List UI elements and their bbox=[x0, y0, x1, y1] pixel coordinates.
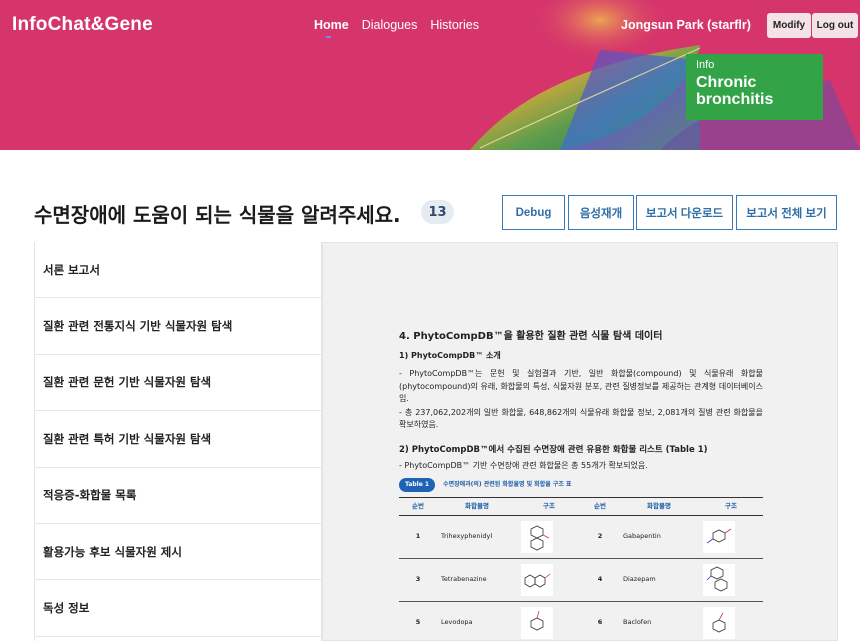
col-header: 화합물명 bbox=[619, 497, 699, 516]
row-number: 5 bbox=[399, 601, 437, 640]
hero-banner: InfoChat&Gene Home Dialogues Histories J… bbox=[0, 0, 860, 150]
logout-button[interactable]: Log out bbox=[812, 13, 858, 38]
voice-resume-button[interactable]: 음성재개 bbox=[568, 195, 634, 230]
col-header: 구조 bbox=[517, 497, 581, 516]
compound-name: Trihexyphenidyl bbox=[437, 515, 517, 559]
sidebar-item-indication[interactable]: 적응증-화합물 목록 bbox=[35, 468, 321, 524]
compound-name: Baclofen bbox=[619, 601, 699, 640]
table-row: 3 Tetrabenazine 4 Diazepam bbox=[399, 558, 763, 602]
nav-histories[interactable]: Histories bbox=[430, 18, 479, 32]
row-number: 4 bbox=[581, 558, 619, 602]
user-name: Jongsun Park (starflr) bbox=[621, 18, 751, 32]
report-view-all-button[interactable]: 보고서 전체 보기 bbox=[736, 195, 837, 230]
doc-subheading-1: 1) PhytoCompDB™ 소개 bbox=[399, 350, 501, 360]
col-header: 순번 bbox=[581, 497, 619, 516]
report-document: 4. PhytoCompDB™을 활용한 질환 관련 식물 탐색 데이터 1) … bbox=[399, 331, 763, 640]
modify-button[interactable]: Modify bbox=[767, 13, 811, 38]
sidebar-item-toxicity[interactable]: 독성 정보 bbox=[35, 580, 321, 637]
structure-image bbox=[521, 520, 553, 553]
info-card-title: Chronic bronchitis bbox=[696, 74, 774, 108]
compound-table: 순번 화합물명 구조 순번 화합물명 구조 1 Trihexyphenidyl … bbox=[399, 497, 763, 640]
compound-name: Tetrabenazine bbox=[437, 558, 517, 602]
row-number: 1 bbox=[399, 515, 437, 559]
structure-image bbox=[703, 520, 735, 553]
table-caption-text: 수면장애과(의) 관련된 화합물명 및 화합물 구조 표 bbox=[443, 480, 572, 488]
report-viewer[interactable]: 4. PhytoCompDB™을 활용한 질환 관련 식물 탐색 데이터 1) … bbox=[322, 242, 838, 641]
doc-subheading-2: 2) PhytoCompDB™에서 수집된 수면장애 관련 유용한 화합물 리스… bbox=[399, 444, 708, 455]
sidebar-item-literature[interactable]: 질환 관련 문헌 기반 식물자원 탐색 bbox=[35, 355, 321, 412]
info-card[interactable]: Info Chronic bronchitis bbox=[686, 54, 823, 120]
doc-heading: 4. PhytoCompDB™을 활용한 질환 관련 식물 탐색 데이터 bbox=[399, 331, 663, 342]
row-number: 3 bbox=[399, 558, 437, 602]
row-number: 6 bbox=[581, 601, 619, 640]
col-header: 화합물명 bbox=[437, 497, 517, 516]
nav-dialogues[interactable]: Dialogues bbox=[362, 18, 418, 32]
sidebar-item-patent[interactable]: 질환 관련 특허 기반 식물자원 탐색 bbox=[35, 411, 321, 468]
doc-paragraph-3: - PhytoCompDB™ 기반 수면장애 관련 화합물은 총 55개가 확보… bbox=[399, 461, 648, 470]
sidebar-item-intro[interactable]: 서론 보고서 bbox=[35, 242, 321, 299]
info-card-label: Info bbox=[696, 59, 715, 71]
page-title: 수면장애에 도움이 되는 식물을 알려주세요. bbox=[34, 203, 401, 227]
col-header: 구조 bbox=[699, 497, 763, 516]
sidebar-item-candidates[interactable]: 활용가능 후보 식물자원 제시 bbox=[35, 524, 321, 581]
col-header: 순번 bbox=[399, 497, 437, 516]
structure-image bbox=[703, 606, 735, 639]
main-nav: Home Dialogues Histories bbox=[314, 18, 479, 38]
report-download-button[interactable]: 보고서 다운로드 bbox=[636, 195, 733, 230]
table-row: 1 Trihexyphenidyl 2 Gabapentin bbox=[399, 515, 763, 559]
table-row: 5 Levodopa 6 Baclofen bbox=[399, 601, 763, 640]
compound-name: Levodopa bbox=[437, 601, 517, 640]
sidebar-item-traditional[interactable]: 질환 관련 전통지식 기반 식물자원 탐색 bbox=[35, 298, 321, 355]
structure-image bbox=[521, 563, 553, 596]
table-badge: Table 1 bbox=[399, 477, 436, 492]
compound-name: Gabapentin bbox=[619, 515, 699, 559]
report-sidebar: 서론 보고서 질환 관련 전통지식 기반 식물자원 탐색 질환 관련 문헌 기반… bbox=[34, 242, 322, 641]
debug-button[interactable]: Debug bbox=[502, 195, 565, 230]
doc-paragraph-1: - PhytoCompDB™는 문헌 및 실험결과 기반, 일반 화합물(com… bbox=[399, 369, 763, 403]
table-caption: Table 1 수면장애과(의) 관련된 화합물명 및 화합물 구조 표 bbox=[399, 477, 763, 492]
structure-image bbox=[521, 606, 553, 639]
row-number: 2 bbox=[581, 515, 619, 559]
doc-paragraph-2: - 총 237,062,202개의 일반 화합물, 648,862개의 식물유래… bbox=[399, 407, 763, 430]
structure-image bbox=[703, 563, 735, 596]
compound-name: Diazepam bbox=[619, 558, 699, 602]
app-logo[interactable]: InfoChat&Gene bbox=[12, 14, 153, 36]
nav-home[interactable]: Home bbox=[314, 18, 349, 38]
count-badge: 13 bbox=[421, 200, 454, 224]
